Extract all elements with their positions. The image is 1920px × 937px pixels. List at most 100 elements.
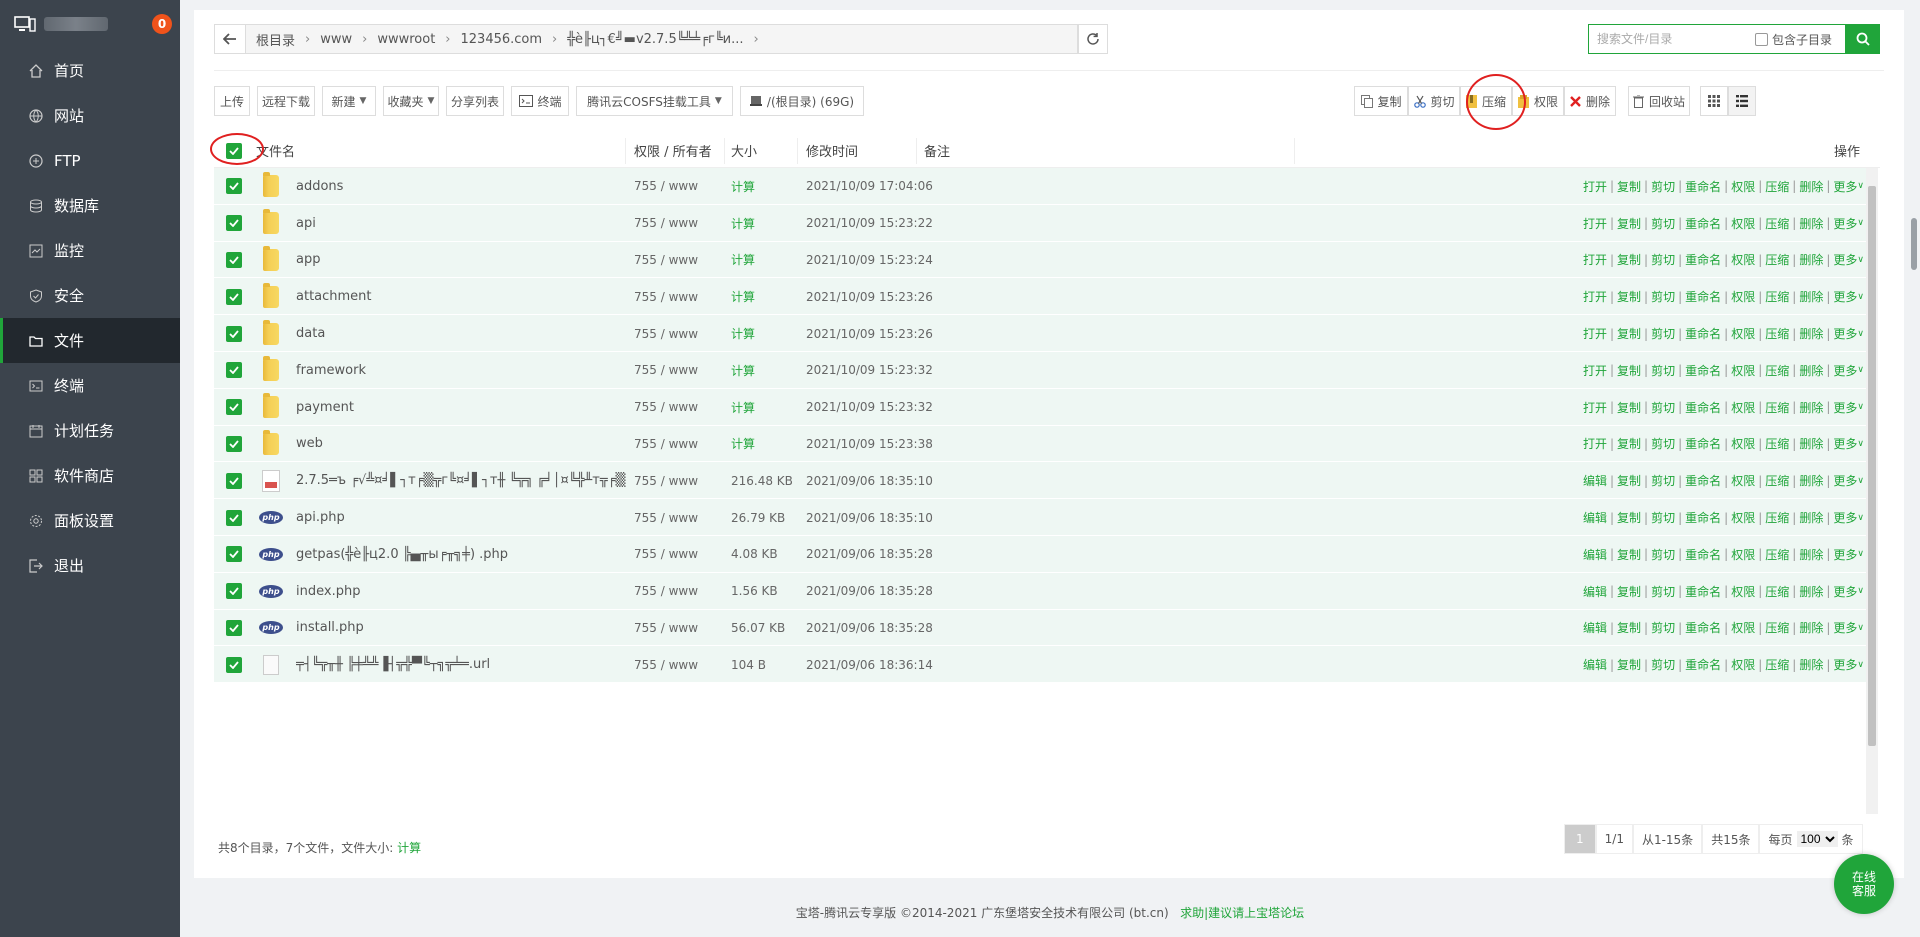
breadcrumb-item[interactable]: 根目录 bbox=[256, 30, 295, 49]
cut-button[interactable]: 剪切 bbox=[1408, 86, 1460, 116]
row-op-link[interactable]: 复制 bbox=[1617, 472, 1641, 489]
row-op-link[interactable]: 重命名 bbox=[1685, 656, 1721, 673]
sidebar-item-2[interactable]: FTP bbox=[0, 138, 180, 183]
table-row[interactable]: php api.php 755 / www 26.79 KB 2021/09/06 18… bbox=[214, 499, 1866, 536]
row-op-link[interactable]: 更多 bbox=[1833, 251, 1857, 268]
row-op-link[interactable]: 删除 bbox=[1799, 435, 1823, 452]
row-op-link[interactable]: 压缩 bbox=[1765, 362, 1789, 379]
sidebar-item-3[interactable]: 数据库 bbox=[0, 183, 180, 228]
row-op-link[interactable]: 重命名 bbox=[1685, 251, 1721, 268]
row-op-link[interactable]: 剪切 bbox=[1651, 546, 1675, 563]
sidebar-item-8[interactable]: 计划任务 bbox=[0, 408, 180, 453]
grid-view-button[interactable] bbox=[1700, 86, 1728, 116]
file-name[interactable]: api bbox=[296, 205, 626, 242]
row-open-link[interactable]: 打开 bbox=[1583, 435, 1607, 452]
row-op-link[interactable]: 删除 bbox=[1799, 288, 1823, 305]
file-name[interactable]: web bbox=[296, 426, 626, 463]
row-op-link[interactable]: 复制 bbox=[1617, 362, 1641, 379]
row-open-link[interactable]: 编辑 bbox=[1583, 546, 1607, 563]
row-op-link[interactable]: 删除 bbox=[1799, 472, 1823, 489]
row-op-link[interactable]: 复制 bbox=[1617, 435, 1641, 452]
row-op-link[interactable]: 更多 bbox=[1833, 215, 1857, 232]
file-perm[interactable]: 755 / www bbox=[634, 389, 698, 426]
row-op-link[interactable]: 压缩 bbox=[1765, 288, 1789, 305]
row-open-link[interactable]: 编辑 bbox=[1583, 656, 1607, 673]
row-open-link[interactable]: 编辑 bbox=[1583, 583, 1607, 600]
row-open-link[interactable]: 编辑 bbox=[1583, 509, 1607, 526]
sidebar-item-11[interactable]: 退出 bbox=[0, 543, 180, 588]
row-op-link[interactable]: 复制 bbox=[1617, 288, 1641, 305]
row-checkbox[interactable] bbox=[226, 215, 242, 232]
row-op-link[interactable]: 重命名 bbox=[1685, 215, 1721, 232]
col-name-header[interactable]: 文件名 bbox=[256, 141, 295, 160]
file-size[interactable]: 计算 bbox=[731, 389, 755, 426]
row-op-link[interactable]: 复制 bbox=[1617, 583, 1641, 600]
file-name[interactable]: api.php bbox=[296, 499, 626, 536]
row-op-link[interactable]: 压缩 bbox=[1765, 178, 1789, 195]
row-op-link[interactable]: 更多 bbox=[1833, 435, 1857, 452]
row-op-link[interactable]: 更多 bbox=[1833, 288, 1857, 305]
row-op-link[interactable]: 权限 bbox=[1731, 509, 1755, 526]
file-size[interactable]: 计算 bbox=[731, 426, 755, 463]
row-op-link[interactable]: 复制 bbox=[1617, 619, 1641, 636]
row-checkbox[interactable] bbox=[226, 619, 242, 636]
row-op-link[interactable]: 更多 bbox=[1833, 546, 1857, 563]
row-checkbox[interactable] bbox=[226, 546, 242, 563]
row-op-link[interactable]: 剪切 bbox=[1651, 656, 1675, 673]
row-op-link[interactable]: 更多 bbox=[1833, 656, 1857, 673]
file-perm[interactable]: 755 / www bbox=[634, 205, 698, 242]
row-checkbox[interactable] bbox=[226, 288, 242, 305]
file-perm[interactable]: 755 / www bbox=[634, 499, 698, 536]
list-view-button[interactable] bbox=[1728, 86, 1756, 116]
row-op-link[interactable]: 更多 bbox=[1833, 619, 1857, 636]
table-row[interactable]: attachment 755 / www 计算 2021/10/09 15:23:26… bbox=[214, 278, 1866, 316]
table-row[interactable]: framework 755 / www 计算 2021/10/09 15:23:32 打… bbox=[214, 352, 1866, 389]
row-checkbox[interactable] bbox=[226, 656, 242, 673]
recycle-bin-button[interactable]: 回收站 bbox=[1628, 86, 1690, 116]
cosfs-dropdown-button[interactable]: 腾讯云COSFS挂载工具 ▼ bbox=[576, 86, 733, 116]
row-op-link[interactable]: 更多 bbox=[1833, 509, 1857, 526]
file-size[interactable]: 计算 bbox=[731, 168, 755, 205]
row-op-link[interactable]: 更多 bbox=[1833, 399, 1857, 416]
file-perm[interactable]: 755 / www bbox=[634, 536, 698, 573]
file-name[interactable]: install.php bbox=[296, 610, 626, 647]
row-checkbox[interactable] bbox=[226, 583, 242, 600]
row-op-link[interactable]: 删除 bbox=[1799, 656, 1823, 673]
row-op-link[interactable]: 复制 bbox=[1617, 656, 1641, 673]
file-perm[interactable]: 755 / www bbox=[634, 242, 698, 279]
table-row[interactable]: app 755 / www 计算 2021/10/09 15:23:24 打开 | 复制 | 剪… bbox=[214, 241, 1866, 279]
file-name[interactable]: app bbox=[296, 242, 626, 279]
compress-button[interactable]: 压缩 bbox=[1460, 86, 1512, 116]
refresh-button[interactable] bbox=[1078, 24, 1108, 54]
row-op-link[interactable]: 权限 bbox=[1731, 178, 1755, 195]
row-op-link[interactable]: 复制 bbox=[1617, 215, 1641, 232]
row-op-link[interactable]: 删除 bbox=[1799, 178, 1823, 195]
row-checkbox[interactable] bbox=[226, 178, 242, 195]
row-op-link[interactable]: 剪切 bbox=[1651, 399, 1675, 416]
col-size-header[interactable]: 大小 bbox=[731, 141, 757, 160]
copy-button[interactable]: 复制 bbox=[1354, 86, 1408, 116]
scrollbar-thumb[interactable] bbox=[1868, 186, 1876, 746]
row-op-link[interactable]: 更多 bbox=[1833, 583, 1857, 600]
row-checkbox[interactable] bbox=[226, 435, 242, 452]
row-open-link[interactable]: 打开 bbox=[1583, 288, 1607, 305]
col-mtime-header[interactable]: 修改时间 bbox=[806, 141, 858, 160]
sidebar-item-9[interactable]: 软件商店 bbox=[0, 453, 180, 498]
table-row[interactable]: api 755 / www 计算 2021/10/09 15:23:22 打开 | 复制 | 剪… bbox=[214, 204, 1866, 242]
row-op-link[interactable]: 权限 bbox=[1731, 472, 1755, 489]
row-op-link[interactable]: 重命名 bbox=[1685, 546, 1721, 563]
file-size[interactable]: 计算 bbox=[731, 242, 755, 279]
terminal-button[interactable]: 终端 bbox=[511, 86, 569, 116]
row-op-link[interactable]: 复制 bbox=[1617, 509, 1641, 526]
row-op-link[interactable]: 重命名 bbox=[1685, 288, 1721, 305]
file-perm[interactable]: 755 / www bbox=[634, 462, 698, 499]
row-op-link[interactable]: 重命名 bbox=[1685, 472, 1721, 489]
row-checkbox[interactable] bbox=[226, 362, 242, 379]
row-op-link[interactable]: 删除 bbox=[1799, 399, 1823, 416]
table-row[interactable]: ╤┤╚╦╥╫ ╠╪╩╩▐┤╦╬▀╚┬╗╦╧═.url 755 / www 104 B… bbox=[214, 646, 1866, 684]
row-op-link[interactable]: 剪切 bbox=[1651, 178, 1675, 195]
row-op-link[interactable]: 删除 bbox=[1799, 583, 1823, 600]
file-perm[interactable]: 755 / www bbox=[634, 352, 698, 389]
row-op-link[interactable]: 复制 bbox=[1617, 399, 1641, 416]
table-row[interactable]: php getpas(╬ѐ╟ц2.0 ╠▄╥ы╒╥╗╪) .php 755 / ww… bbox=[214, 536, 1866, 573]
